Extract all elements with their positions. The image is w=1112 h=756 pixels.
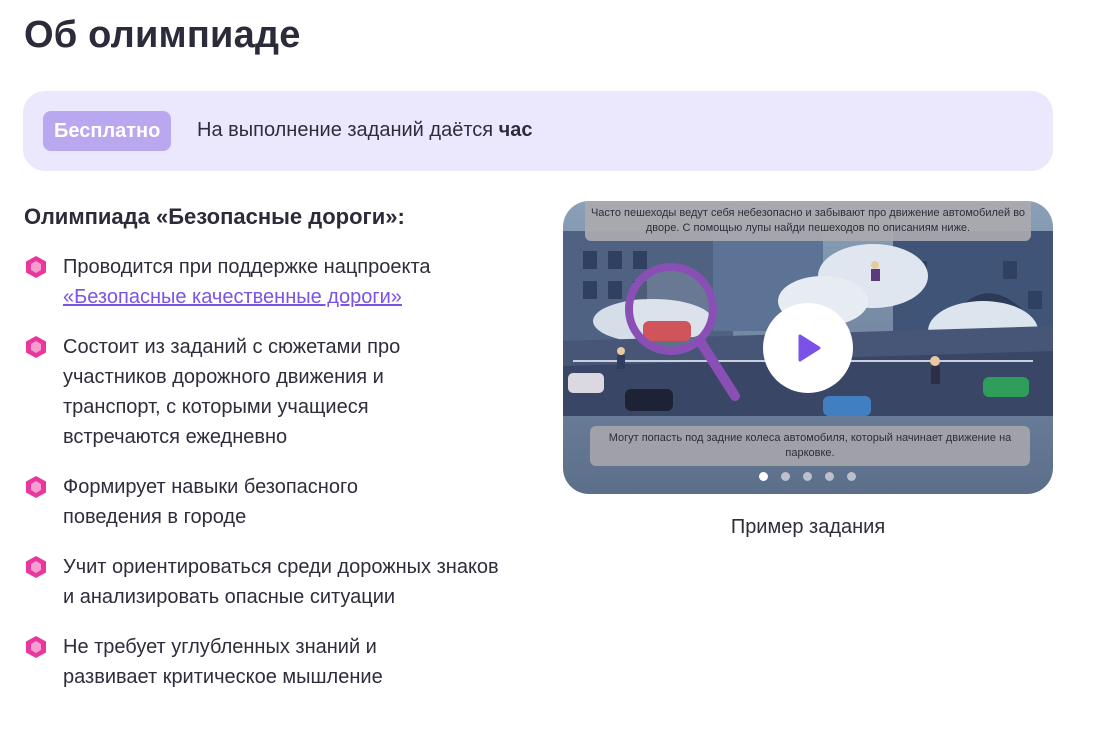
feature-text: Не требует углубленных знаний и развивае… xyxy=(63,636,383,688)
list-item: Состоит из заданий с сюжетами про участн… xyxy=(24,332,524,452)
task-hint: Могут попасть под задние колеса автомоби… xyxy=(590,426,1030,466)
task-example-video[interactable]: Часто пешеходы ведут себя небезопасно и … xyxy=(563,201,1053,494)
list-item: Формирует навыки безопасного поведения в… xyxy=(24,472,524,532)
slide-dots xyxy=(759,472,856,482)
banner-text-bold: час xyxy=(498,119,533,141)
info-banner: Бесплатно На выполнение заданий даётся ч… xyxy=(23,91,1053,171)
pink-gem-icon xyxy=(26,256,46,278)
play-icon xyxy=(798,334,821,362)
feature-text: Формирует навыки безопасного поведения в… xyxy=(63,476,358,528)
feature-list: Проводится при поддержке нацпроекта «Без… xyxy=(24,252,524,712)
slide-dot-2[interactable] xyxy=(781,472,790,481)
pink-gem-icon xyxy=(26,636,46,658)
pink-gem-icon xyxy=(26,336,46,358)
task-description: Часто пешеходы ведут себя небезопасно и … xyxy=(585,201,1031,241)
free-badge: Бесплатно xyxy=(43,111,172,151)
feature-text: Учит ориентироваться среди дорожных знак… xyxy=(63,556,499,608)
play-button[interactable] xyxy=(763,303,853,393)
pink-gem-icon xyxy=(26,476,46,498)
list-item: Учит ориентироваться среди дорожных знак… xyxy=(24,552,524,612)
about-title: Олимпиада «Безопасные дороги»: xyxy=(24,204,405,229)
list-item: Не требует углубленных знаний и развивае… xyxy=(24,632,524,692)
media-caption: Пример задания xyxy=(730,516,886,538)
slide-dot-3[interactable] xyxy=(803,472,812,481)
pink-gem-icon xyxy=(26,556,46,578)
feature-text: Состоит из заданий с сюжетами про участн… xyxy=(63,336,401,448)
banner-text: На выполнение заданий даётся час xyxy=(197,119,533,142)
slide-dot-4[interactable] xyxy=(825,472,834,481)
national-project-link[interactable]: «Безопасные качественные дороги» xyxy=(63,286,402,308)
banner-text-prefix: На выполнение заданий даётся xyxy=(197,119,499,141)
list-item: Проводится при поддержке нацпроекта «Без… xyxy=(24,252,524,312)
page-title: Об олимпиаде xyxy=(24,14,301,56)
slide-dot-1[interactable] xyxy=(759,472,768,481)
slide-dot-5[interactable] xyxy=(847,472,856,481)
feature-text: Проводится при поддержке нацпроекта xyxy=(63,256,431,278)
